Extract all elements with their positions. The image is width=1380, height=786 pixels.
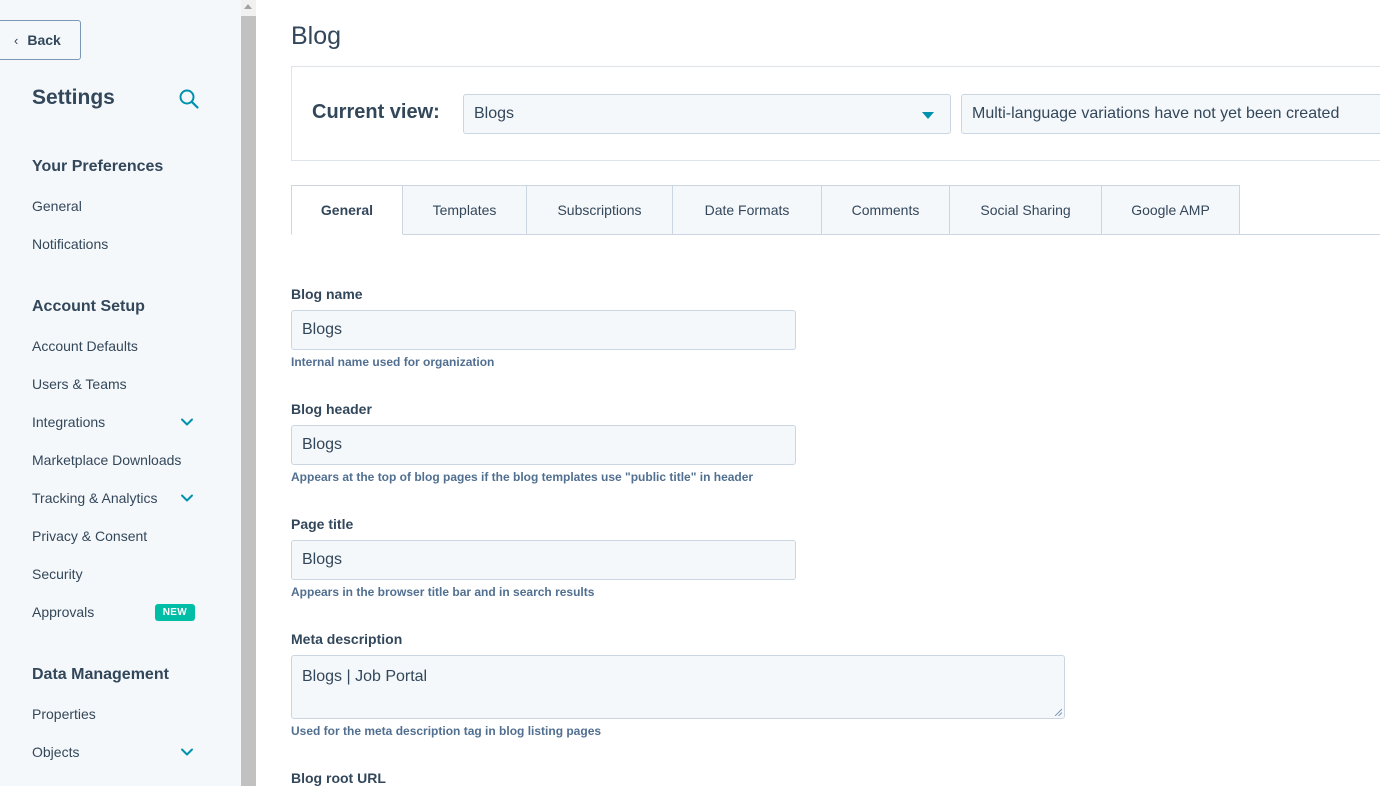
tab-label: Social Sharing <box>980 202 1071 218</box>
resize-handle-icon[interactable] <box>1054 708 1062 716</box>
tab-subscriptions[interactable]: Subscriptions <box>527 185 673 235</box>
current-view-select[interactable]: Blogs <box>463 94 951 134</box>
back-button-label: Back <box>27 32 61 48</box>
sidebar-scrollbar[interactable] <box>241 0 256 786</box>
blog-name-input[interactable]: Blogs <box>291 310 796 350</box>
sidebar-item-label: Marketplace Downloads <box>32 452 182 468</box>
meta-description-textarea[interactable]: Blogs | Job Portal <box>291 655 1065 719</box>
tab-date-formats[interactable]: Date Formats <box>673 185 822 235</box>
tab-label: Comments <box>851 202 920 218</box>
new-badge: NEW <box>154 603 195 621</box>
sidebar-item-security[interactable]: Security <box>32 564 202 584</box>
meta-description-label: Meta description <box>291 631 403 647</box>
sidebar-title: Settings <box>32 86 115 109</box>
tab-label: Templates <box>432 202 497 218</box>
sidebar-item-label: Account Defaults <box>32 338 138 354</box>
sidebar-item-account-defaults[interactable]: Account Defaults <box>32 336 202 356</box>
sidebar-item-label: Properties <box>32 706 96 722</box>
chevron-down-icon[interactable] <box>180 491 194 505</box>
blog-root-url-label: Blog root URL <box>291 770 386 786</box>
sidebar-item-tracking-analytics[interactable]: Tracking & Analytics <box>32 488 202 508</box>
blog-header-label: Blog header <box>291 401 372 417</box>
sidebar-item-approvals[interactable]: Approvals NEW <box>32 602 202 622</box>
settings-sidebar: ‹ Back Settings Your Preferences General… <box>0 0 241 786</box>
sidebar-item-label: Users & Teams <box>32 376 127 392</box>
sidebar-item-label: Privacy & Consent <box>32 528 148 544</box>
settings-tabs: General Templates Subscriptions Date For… <box>291 185 1240 235</box>
search-icon[interactable] <box>178 88 200 110</box>
page-title-value: Blogs <box>302 551 343 568</box>
sidebar-item-label: Integrations <box>32 414 106 430</box>
page-title-label: Page title <box>291 516 354 532</box>
meta-description-value: Blogs | Job Portal <box>302 668 428 685</box>
tab-templates[interactable]: Templates <box>403 185 527 235</box>
chevron-down-icon[interactable] <box>180 745 194 759</box>
section-data-management: Data Management <box>32 666 169 683</box>
sidebar-item-label: Notifications <box>32 236 109 252</box>
current-view-value: Blogs <box>474 105 515 122</box>
chevron-left-icon: ‹ <box>14 32 19 48</box>
tab-comments[interactable]: Comments <box>822 185 950 235</box>
tab-label: Subscriptions <box>557 202 642 218</box>
sidebar-item-label: Tracking & Analytics <box>32 490 158 506</box>
section-your-preferences: Your Preferences <box>32 158 164 175</box>
sidebar-item-objects[interactable]: Objects <box>32 742 202 762</box>
sidebar-item-users-teams[interactable]: Users & Teams <box>32 374 202 394</box>
sidebar-item-label: Approvals <box>32 604 95 620</box>
page-title-help: Appears in the browser title bar and in … <box>291 585 595 599</box>
tab-label: Date Formats <box>704 202 790 218</box>
tab-label: Google AMP <box>1131 202 1210 218</box>
dropdown-caret-icon <box>922 112 934 119</box>
main-content: Blog Current view: Blogs Multi-language … <box>256 0 1380 786</box>
page-title-input[interactable]: Blogs <box>291 540 796 580</box>
sidebar-item-label: Security <box>32 566 83 582</box>
sidebar-item-privacy-consent[interactable]: Privacy & Consent <box>32 526 202 546</box>
blog-name-label: Blog name <box>291 286 363 302</box>
language-variations-note: Multi-language variations have not yet b… <box>972 105 1340 122</box>
sidebar-item-integrations[interactable]: Integrations <box>32 412 202 432</box>
sidebar-item-properties[interactable]: Properties <box>32 704 202 724</box>
sidebar-item-label: General <box>32 198 82 214</box>
tab-label: General <box>320 202 374 218</box>
scrollbar-thumb[interactable] <box>241 16 256 786</box>
current-view-card: Current view: Blogs Multi-language varia… <box>291 66 1380 161</box>
tab-google-amp[interactable]: Google AMP <box>1102 185 1240 235</box>
sidebar-item-label: Objects <box>32 744 80 760</box>
sidebar-item-marketplace-downloads[interactable]: Marketplace Downloads <box>32 450 202 470</box>
blog-name-help: Internal name used for organization <box>291 355 495 369</box>
current-view-label: Current view: <box>312 101 440 123</box>
sidebar-item-notifications[interactable]: Notifications <box>32 234 202 254</box>
section-account-setup: Account Setup <box>32 298 145 315</box>
scroll-up-arrow-icon[interactable] <box>244 4 252 9</box>
blog-name-value: Blogs <box>302 321 343 338</box>
language-variations-field: Multi-language variations have not yet b… <box>961 94 1380 134</box>
chevron-down-icon[interactable] <box>180 415 194 429</box>
page-title: Blog <box>291 22 342 50</box>
meta-description-help: Used for the meta description tag in blo… <box>291 724 602 738</box>
blog-header-help: Appears at the top of blog pages if the … <box>291 470 754 484</box>
back-button[interactable]: ‹ Back <box>0 20 81 60</box>
tab-social-sharing[interactable]: Social Sharing <box>950 185 1102 235</box>
tab-general[interactable]: General <box>291 185 403 235</box>
blog-header-input[interactable]: Blogs <box>291 425 796 465</box>
sidebar-item-general[interactable]: General <box>32 196 202 216</box>
blog-header-value: Blogs <box>302 436 343 453</box>
